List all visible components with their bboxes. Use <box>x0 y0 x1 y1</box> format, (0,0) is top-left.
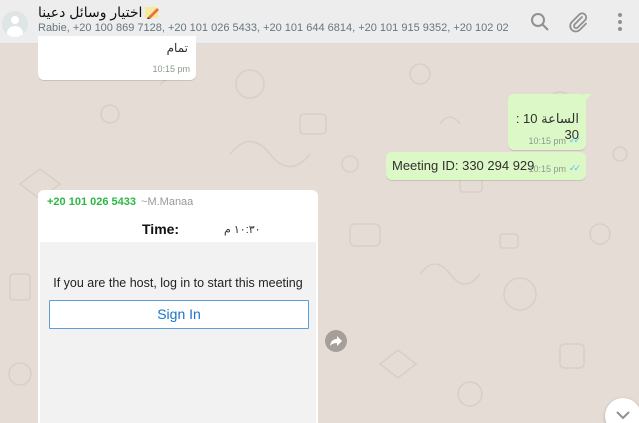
message-time: 10:15 pm <box>528 136 566 146</box>
message-time: 10:15 pm <box>152 64 190 74</box>
group-avatar[interactable] <box>2 11 28 37</box>
message-bubble-incoming[interactable]: تمام 10:15 pm <box>38 36 196 80</box>
message-text: تمام <box>166 41 188 55</box>
message-bubble-outgoing[interactable]: الساعة 10 : 30 10:15 pm ✓✓ <box>508 94 592 150</box>
avatar-body <box>7 26 23 37</box>
scroll-down-button[interactable] <box>605 398 639 423</box>
message-time: 10:15 pm <box>528 164 566 174</box>
chat-title: اختيار وسائل دعينا <box>38 3 143 20</box>
search-icon[interactable] <box>528 10 552 34</box>
attach-icon[interactable] <box>566 10 590 34</box>
message-bubble-outgoing[interactable]: Meeting ID: 330 294 929 10:15 pm ✓✓ <box>386 152 586 180</box>
chat-title-row[interactable]: اختيار وسائل دعينا <box>38 3 160 21</box>
sender-number[interactable]: +20 101 026 5433 <box>47 196 136 208</box>
chevron-down-icon <box>616 411 630 420</box>
menu-icon[interactable] <box>608 10 632 34</box>
message-bubble-meeting-card[interactable]: +20 101 026 5433 ~M.Manaa Time: ١٠:٣٠ م I… <box>38 190 318 423</box>
chat-participants[interactable]: Rabie, +20 100 869 7128, +20 101 026 543… <box>38 22 508 34</box>
time-label: Time: <box>142 221 180 237</box>
avatar-head <box>11 16 19 24</box>
pencil-icon <box>145 6 160 19</box>
meeting-time-row: Time: ١٠:٣٠ م <box>38 218 318 242</box>
read-ticks-icon: ✓✓ <box>568 135 581 145</box>
read-ticks-icon: ✓✓ <box>568 163 581 173</box>
message-sender[interactable]: +20 101 026 5433 ~M.Manaa <box>47 196 193 208</box>
forward-icon[interactable] <box>325 330 347 352</box>
time-value: ١٠:٣٠ م <box>224 224 261 236</box>
meeting-preview: If you are the host, log in to start thi… <box>40 242 316 423</box>
message-text: Meeting ID: 330 294 929 <box>392 158 535 173</box>
sender-name: ~M.Manaa <box>141 196 194 208</box>
host-login-text: If you are the host, log in to start thi… <box>53 276 303 290</box>
sign-in-button[interactable]: Sign In <box>49 300 309 329</box>
